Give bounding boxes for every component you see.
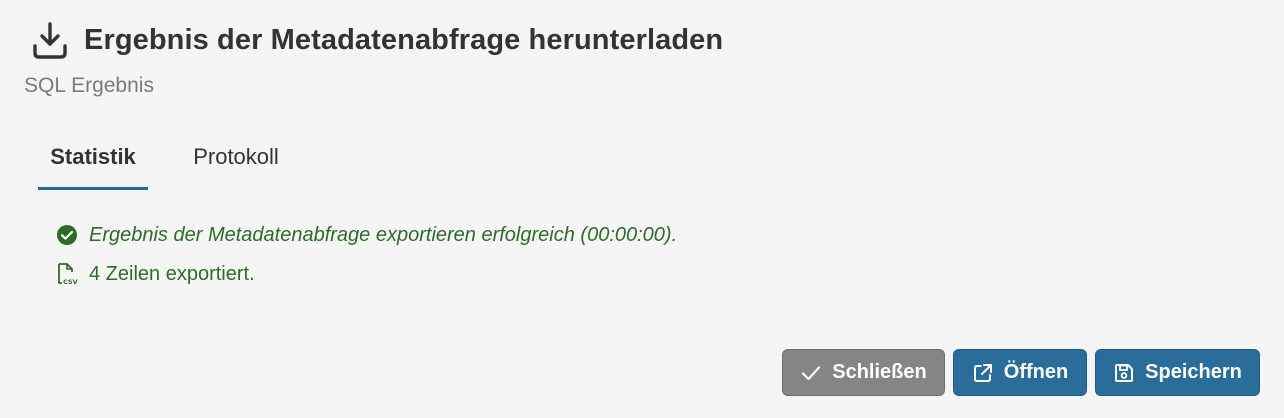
open-button[interactable]: Öffnen	[953, 349, 1087, 396]
tab-bar: Statistik Protokoll	[38, 126, 324, 190]
save-button[interactable]: Speichern	[1095, 349, 1260, 396]
status-panel: Ergebnis der Metadatenabfrage exportiere…	[56, 220, 677, 298]
download-icon	[30, 20, 70, 60]
dialog-header: Ergebnis der Metadatenabfrage herunterla…	[30, 20, 723, 60]
csv-icon-label: CSV	[63, 278, 78, 286]
csv-file-icon: CSV	[56, 263, 78, 286]
rows-message: 4 Zeilen exportiert.	[89, 262, 255, 285]
download-dialog: Ergebnis der Metadatenabfrage herunterla…	[0, 0, 1284, 418]
close-button-label: Schließen	[832, 361, 927, 383]
checkmark-icon	[800, 362, 822, 384]
status-rows-line: CSV 4 Zeilen exportiert.	[56, 259, 677, 289]
dialog-subtitle: SQL Ergebnis	[24, 74, 154, 97]
save-button-label: Speichern	[1145, 361, 1242, 383]
dialog-title: Ergebnis der Metadatenabfrage herunterla…	[84, 23, 724, 56]
close-button[interactable]: Schließen	[782, 349, 945, 396]
floppy-disk-icon	[1113, 362, 1135, 384]
tab-statistik[interactable]: Statistik	[38, 126, 148, 190]
success-message: Ergebnis der Metadatenabfrage exportiere…	[89, 223, 678, 246]
open-button-label: Öffnen	[1003, 361, 1069, 383]
tab-protokoll[interactable]: Protokoll	[148, 126, 324, 188]
check-circle-icon	[56, 224, 78, 246]
external-link-icon	[972, 362, 994, 384]
dialog-button-bar: Schließen Öffnen Speichern	[782, 349, 1260, 396]
status-success-line: Ergebnis der Metadatenabfrage exportiere…	[56, 220, 677, 250]
